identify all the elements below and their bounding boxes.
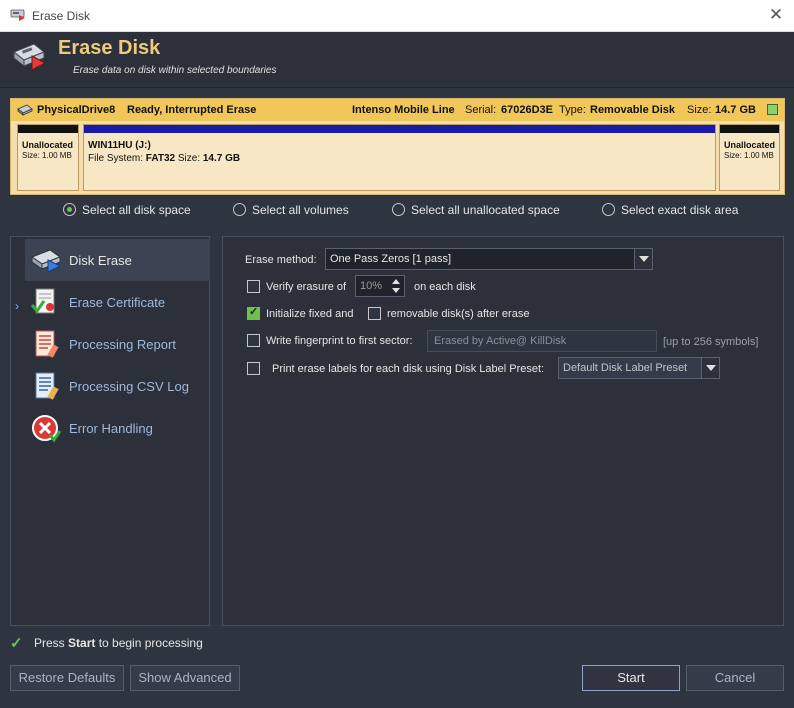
disk-name: PhysicalDrive8 xyxy=(37,104,116,116)
partition-win11hu[interactable]: WIN11HU (J:) File System: FAT32 Size: 14… xyxy=(83,124,716,191)
label-preset-select[interactable]: Default Disk Label Preset xyxy=(558,357,720,379)
disk-model: Intenso Mobile Line xyxy=(352,104,455,116)
radio-label[interactable]: Select all disk space xyxy=(82,203,191,217)
erase-method-value: One Pass Zeros [1 pass] xyxy=(330,253,452,265)
window-title: Erase Disk xyxy=(32,9,91,23)
restore-defaults-button[interactable]: Restore Defaults xyxy=(10,665,124,691)
disk-erase-options: Erase method: One Pass Zeros [1 pass] Ve… xyxy=(222,236,784,626)
disk-size: 14.7 GB xyxy=(715,104,756,116)
selection-mode-group: Select all disk space Select all volumes… xyxy=(0,201,794,219)
nav-item-erase-certificate[interactable]: Erase Certificate xyxy=(25,281,210,323)
partition-bar xyxy=(84,125,715,133)
partition-unallocated-end[interactable]: Unallocated Size: 1.00 MB xyxy=(719,124,780,191)
partition-size-label: Size: xyxy=(177,153,201,164)
partition-name: Unallocated xyxy=(22,140,74,150)
cancel-button[interactable]: Cancel xyxy=(686,665,784,691)
verify-suffix: on each disk xyxy=(414,281,476,293)
nav-item-disk-erase[interactable]: Disk Erase xyxy=(25,239,210,281)
error-icon xyxy=(32,415,62,443)
verify-percent-stepper[interactable]: 10% xyxy=(355,275,405,297)
erase-method-label: Erase method: xyxy=(245,254,317,266)
verify-percent-value: 10% xyxy=(360,280,383,292)
radio-label[interactable]: Select all volumes xyxy=(252,203,349,217)
status-prefix: Press xyxy=(34,636,69,650)
partition-fs: FAT32 xyxy=(145,153,176,164)
chevron-down-icon[interactable] xyxy=(634,249,652,269)
drive-icon xyxy=(17,104,33,116)
fingerprint-input[interactable]: Erased by Active@ KillDisk xyxy=(427,330,657,352)
partition-size: 14.7 GB xyxy=(202,153,241,164)
partition-bar xyxy=(720,125,779,133)
nav-label: Disk Erase xyxy=(69,253,132,268)
erase-disk-icon xyxy=(13,43,47,71)
nav-item-processing-csv-log[interactable]: Processing CSV Log xyxy=(25,365,210,407)
stepper-buttons[interactable] xyxy=(390,276,404,296)
initialize-fixed-label[interactable]: Initialize fixed and xyxy=(266,308,353,320)
fs-label: File System: xyxy=(88,153,144,164)
page-title: Erase Disk xyxy=(58,37,161,59)
nav-label: Error Handling xyxy=(69,421,153,436)
disk-status: Ready, Interrupted Erase xyxy=(127,104,257,116)
dialog-header: Erase Disk Erase data on disk within sel… xyxy=(0,32,794,88)
nav-label: Processing Report xyxy=(69,337,176,352)
size-label: Size: xyxy=(687,104,712,116)
verify-label[interactable]: Verify erasure of xyxy=(266,281,346,293)
fingerprint-label[interactable]: Write fingerprint to first sector: xyxy=(266,335,413,347)
disk-select-checkbox[interactable] xyxy=(767,104,778,115)
erase-method-select[interactable]: One Pass Zeros [1 pass] xyxy=(325,248,653,270)
options-nav: Disk Erase › Erase Certificate Processin… xyxy=(10,236,210,626)
nav-item-processing-report[interactable]: Processing Report xyxy=(25,323,210,365)
nav-label: Erase Certificate xyxy=(69,295,166,310)
disk-type: Removable Disk xyxy=(590,104,675,116)
initialize-removable-checkbox[interactable] xyxy=(368,307,381,320)
fingerprint-checkbox[interactable] xyxy=(247,334,260,347)
page-subtitle: Erase data on disk within selected bound… xyxy=(73,65,277,76)
partition-info: File System: FAT32 Size: 14.7 GB xyxy=(88,153,240,164)
radio-dot[interactable] xyxy=(392,203,405,216)
nav-item-error-handling[interactable]: Error Handling xyxy=(25,407,210,449)
csv-log-icon xyxy=(35,372,59,400)
report-icon xyxy=(35,330,59,358)
print-labels-checkbox[interactable] xyxy=(247,362,260,375)
fingerprint-placeholder: Erased by Active@ KillDisk xyxy=(434,335,567,347)
fingerprint-hint: [up to 256 symbols] xyxy=(663,336,759,348)
partition-info: Size: 1.00 MB xyxy=(22,151,72,160)
verify-checkbox[interactable] xyxy=(247,280,260,293)
stepper-up-icon[interactable] xyxy=(392,279,400,284)
radio-dot[interactable] xyxy=(233,203,246,216)
initialize-fixed-checkbox[interactable] xyxy=(247,305,260,320)
nav-label: Processing CSV Log xyxy=(69,379,189,394)
radio-dot[interactable] xyxy=(63,203,76,216)
type-label: Type: xyxy=(559,104,586,116)
partition-info: Size: 1.00 MB xyxy=(724,151,774,160)
disk-map[interactable]: PhysicalDrive8 Ready, Interrupted Erase … xyxy=(10,98,785,195)
start-button[interactable]: Start xyxy=(582,665,680,691)
print-labels-label[interactable]: Print erase labels for each disk using D… xyxy=(272,363,544,375)
certificate-icon xyxy=(30,288,55,314)
partition-unallocated-start[interactable]: Unallocated Size: 1.00 MB xyxy=(17,124,79,191)
partition-bar xyxy=(18,125,78,133)
status-text: Press Start to begin processing xyxy=(34,636,203,650)
radio-dot[interactable] xyxy=(602,203,615,216)
initialize-removable-label[interactable]: removable disk(s) after erase xyxy=(387,308,529,320)
radio-label[interactable]: Select all unallocated space xyxy=(411,203,560,217)
status-bold: Start xyxy=(68,636,96,650)
serial-label: Serial: xyxy=(465,104,497,116)
radio-label[interactable]: Select exact disk area xyxy=(621,203,738,217)
disk-serial: 67026D3E xyxy=(501,104,553,116)
killdisk-app-icon xyxy=(10,9,25,21)
chevron-right-icon[interactable]: › xyxy=(15,299,19,313)
check-icon: ✓ xyxy=(10,635,23,652)
window-titlebar: Erase Disk ✕ xyxy=(0,0,794,32)
stepper-down-icon[interactable] xyxy=(392,288,400,293)
partition-name: WIN11HU (J:) xyxy=(88,140,151,151)
label-preset-value: Default Disk Label Preset xyxy=(563,362,688,374)
partition-name: Unallocated xyxy=(724,140,776,150)
show-advanced-button[interactable]: Show Advanced xyxy=(130,665,240,691)
close-icon[interactable]: ✕ xyxy=(766,6,786,26)
disk-erase-icon xyxy=(30,249,62,273)
disk-header[interactable]: PhysicalDrive8 Ready, Interrupted Erase … xyxy=(11,99,784,121)
chevron-down-icon[interactable] xyxy=(701,358,719,378)
status-suffix: to begin processing xyxy=(95,636,203,650)
